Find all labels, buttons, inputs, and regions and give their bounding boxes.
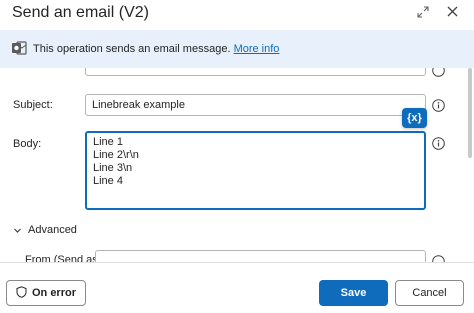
to-field[interactable] xyxy=(85,68,426,76)
body-line: Line 1 xyxy=(93,136,123,148)
subject-input[interactable]: Linebreak example xyxy=(85,94,426,116)
scrollbar[interactable] xyxy=(468,68,472,158)
advanced-label: Advanced xyxy=(28,224,77,236)
info-banner: This operation sends an email message. M… xyxy=(0,30,474,68)
body-label: Body: xyxy=(13,138,42,150)
body-line: Line 4 xyxy=(93,175,123,187)
close-icon[interactable] xyxy=(446,5,459,18)
on-error-button[interactable]: On error xyxy=(6,280,86,306)
info-message: This operation sends an email message. xyxy=(33,43,234,55)
info-circle-icon xyxy=(432,137,445,150)
more-info-link[interactable]: More info xyxy=(234,43,280,55)
subject-label: Subject: xyxy=(13,99,53,111)
shield-icon xyxy=(16,286,27,298)
chevron-down-icon xyxy=(14,228,21,233)
dialog-title: Send an email (V2) xyxy=(12,4,149,21)
info-circle-icon xyxy=(432,255,445,262)
body-line: Line 3\n xyxy=(93,162,133,174)
from-label: From (Send as) xyxy=(25,254,102,262)
advanced-toggle[interactable]: Advanced xyxy=(13,224,77,236)
from-input[interactable] xyxy=(95,250,426,262)
info-circle-icon xyxy=(432,99,445,112)
info-circle-icon xyxy=(432,68,445,77)
expand-icon[interactable] xyxy=(417,6,429,18)
form-content: Subject: Linebreak example {x} Body: Lin… xyxy=(0,68,474,262)
dynamic-content-button[interactable]: {x} xyxy=(402,108,427,128)
dialog-header: Send an email (V2) xyxy=(0,0,474,30)
cancel-button[interactable]: Cancel xyxy=(395,280,464,306)
body-textarea[interactable]: Line 1 Line 2\r\n Line 3\n Line 4 xyxy=(85,131,426,210)
dialog-footer: On error Save Cancel xyxy=(0,263,474,313)
body-line: Line 2\r\n xyxy=(93,149,139,161)
save-button[interactable]: Save xyxy=(319,280,388,306)
outlook-mail-icon xyxy=(12,41,27,55)
info-banner-text: This operation sends an email message. M… xyxy=(33,43,279,55)
on-error-label: On error xyxy=(31,287,76,299)
